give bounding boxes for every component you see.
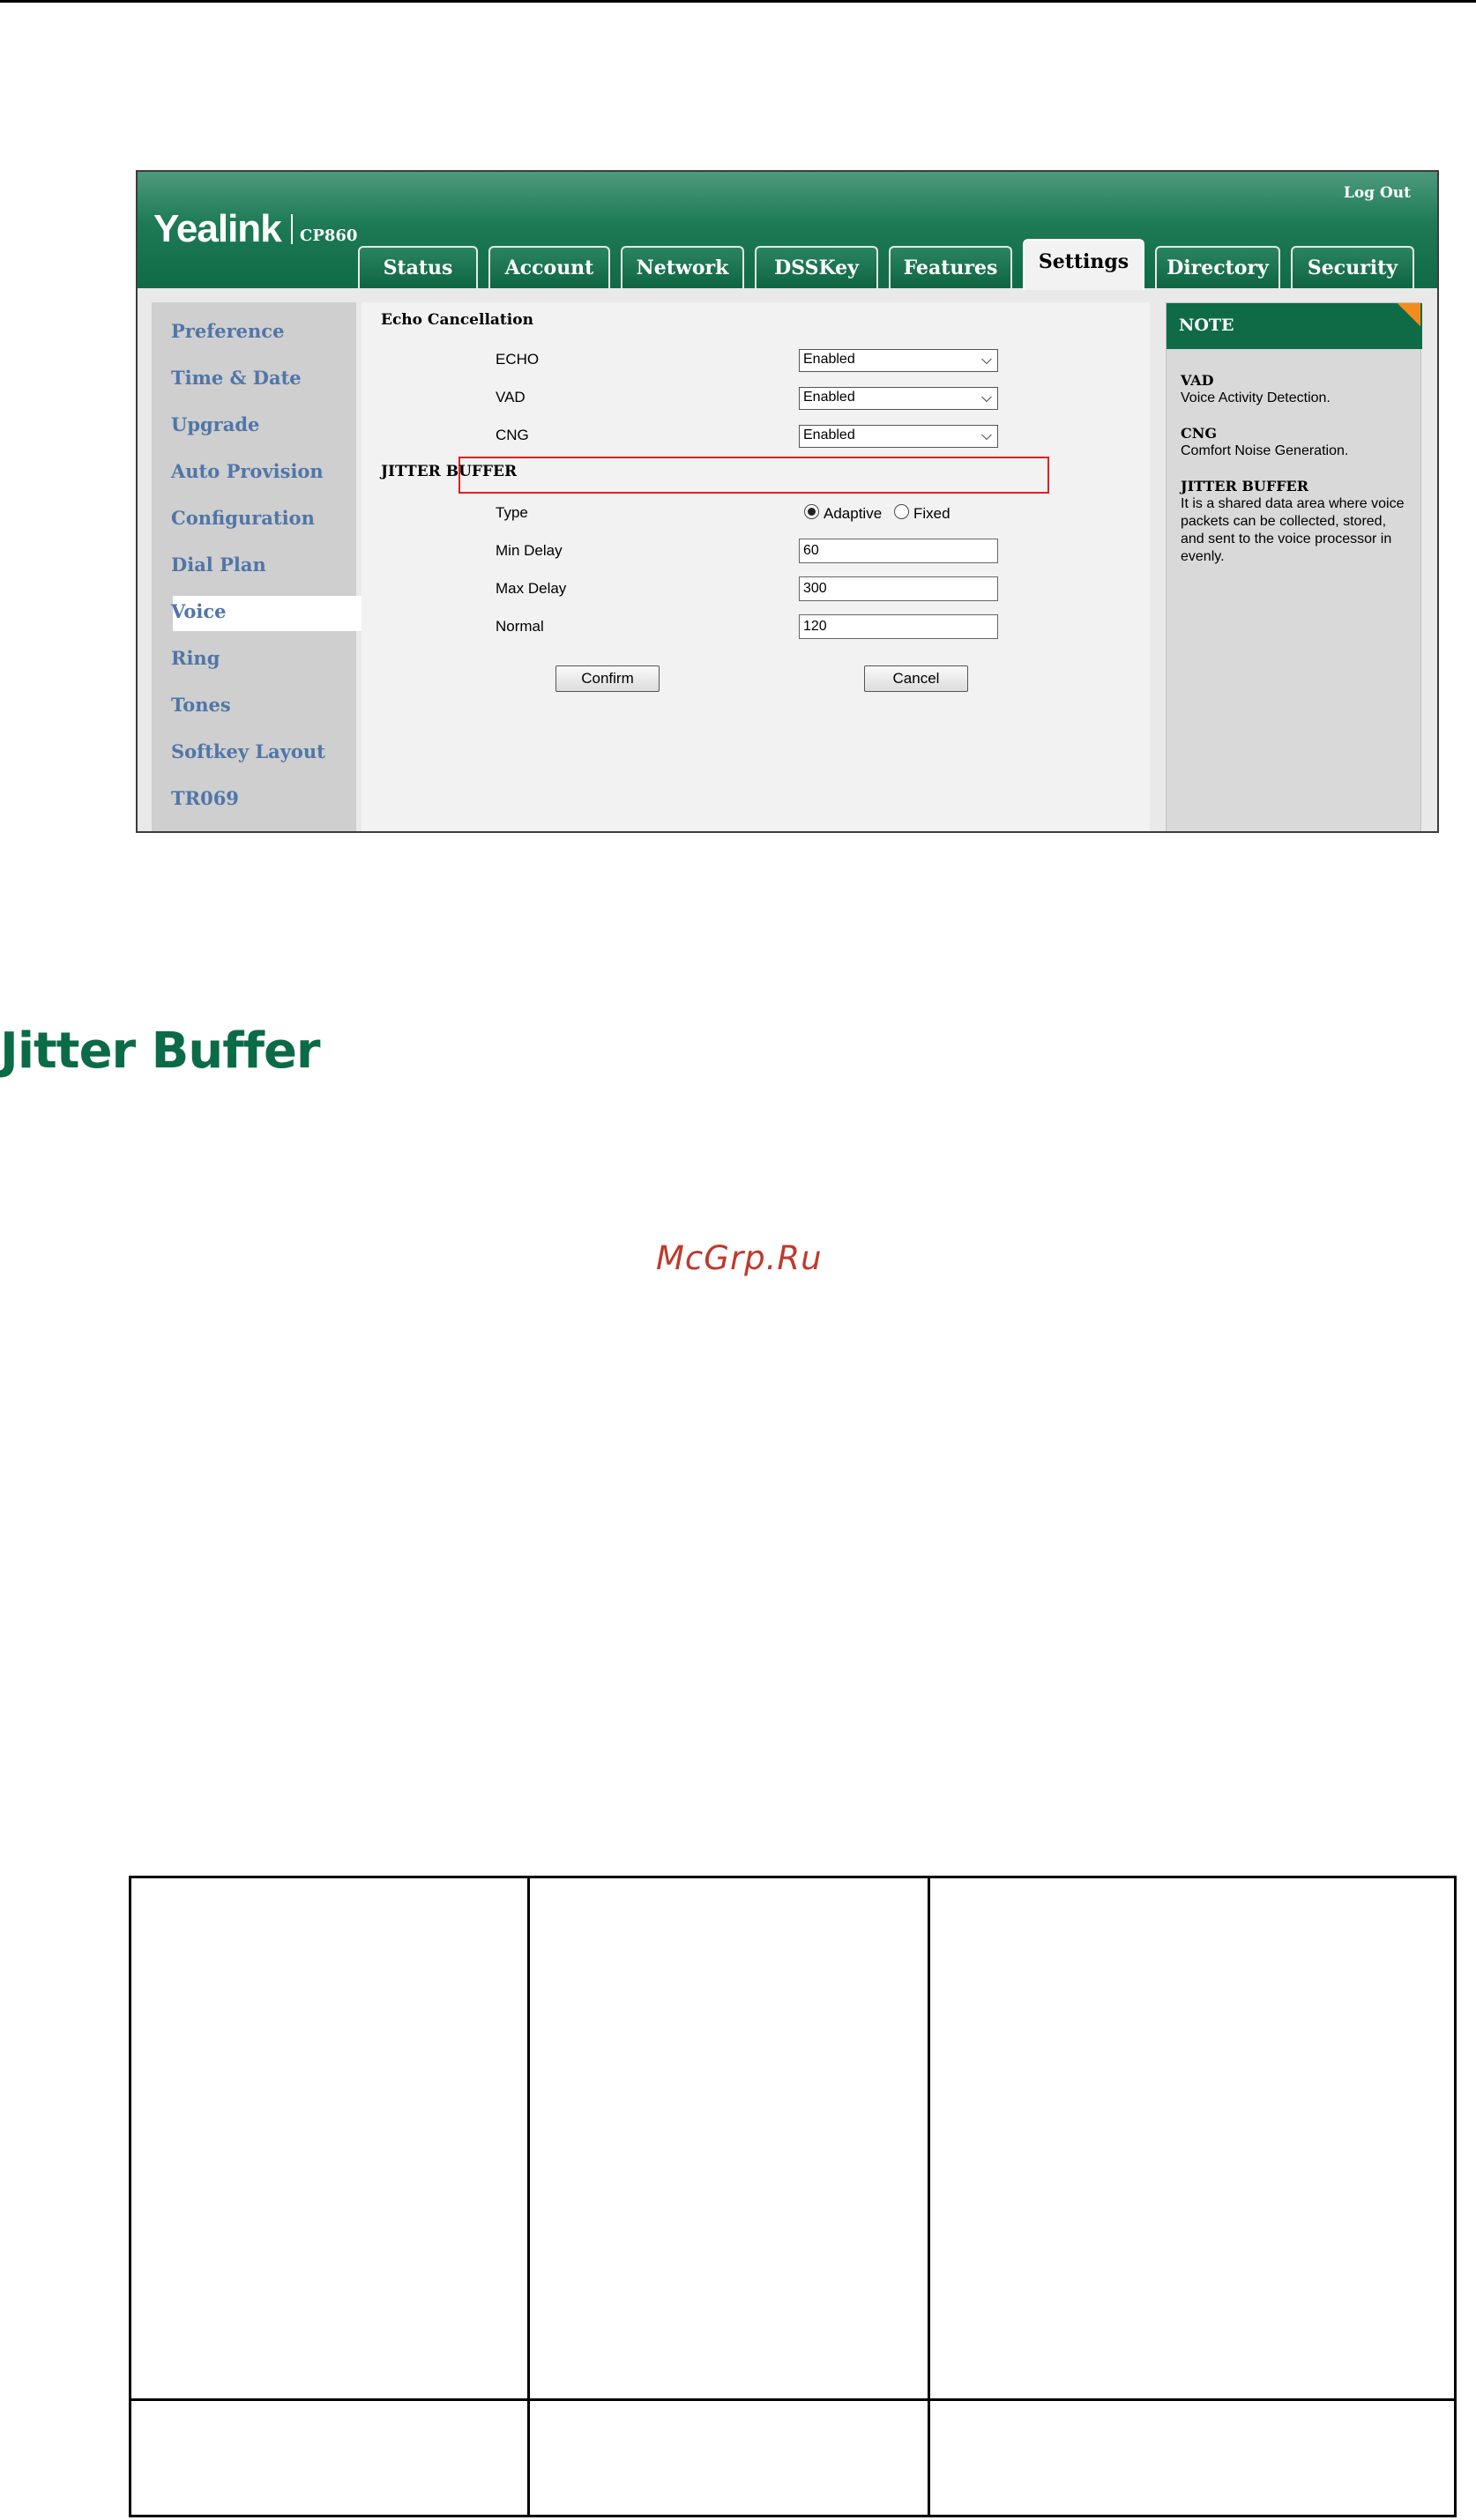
note-vad-text: Voice Activity Detection. bbox=[1181, 390, 1331, 405]
cng-highlight-box bbox=[458, 457, 1049, 494]
header-bar: Yealink CP860 Log Out Status Account Net… bbox=[138, 172, 1437, 290]
model-label: CP860 bbox=[300, 227, 358, 245]
tab-account[interactable]: Account bbox=[488, 246, 610, 288]
jitter-section-title: JITTER BUFFER bbox=[381, 463, 518, 480]
vad-label: VAD bbox=[496, 389, 526, 405]
sidebar-item-softkey-layout[interactable]: Softkey Layout bbox=[171, 740, 325, 762]
tab-network[interactable]: Network bbox=[621, 246, 744, 288]
section-heading: Jitter Buffer bbox=[0, 1022, 321, 1080]
note-jb-title: JITTER BUFFER bbox=[1181, 478, 1309, 494]
tab-dsskey[interactable]: DSSKey bbox=[755, 246, 878, 288]
vad-select[interactable]: Enabled ⌵ bbox=[799, 387, 998, 410]
note-panel: NOTE VAD Voice Activity Detection. CNG C… bbox=[1166, 302, 1422, 831]
adaptive-radio[interactable] bbox=[804, 504, 819, 519]
tab-security[interactable]: Security bbox=[1291, 246, 1414, 288]
max-delay-input[interactable]: 300 bbox=[799, 576, 998, 601]
logout-link[interactable]: Log Out bbox=[1344, 184, 1411, 202]
echo-section-title: Echo Cancellation bbox=[381, 311, 533, 329]
brand-logo: Yealink bbox=[153, 207, 282, 250]
normal-input[interactable]: 120 bbox=[799, 614, 998, 639]
sidebar-item-tr069[interactable]: TR069 bbox=[171, 787, 239, 809]
logo-separator bbox=[291, 214, 293, 244]
note-cng-text: Comfort Noise Generation. bbox=[1181, 443, 1349, 458]
sidebar-item-time-date[interactable]: Time & Date bbox=[171, 367, 302, 389]
sidebar-item-preference[interactable]: Preference bbox=[171, 320, 284, 342]
sidebar-item-dial-plan[interactable]: Dial Plan bbox=[171, 554, 266, 576]
echo-select[interactable]: Enabled ⌵ bbox=[799, 349, 998, 372]
sidebar-item-ring[interactable]: Ring bbox=[171, 647, 220, 669]
tab-status[interactable]: Status bbox=[358, 246, 478, 288]
fixed-label: Fixed bbox=[913, 505, 950, 522]
cng-select-value: Enabled bbox=[803, 427, 855, 442]
cng-label: CNG bbox=[496, 427, 529, 443]
note-cng-title: CNG bbox=[1181, 425, 1218, 442]
table-row-divider bbox=[131, 2398, 1454, 2401]
table-column-divider bbox=[928, 1878, 930, 2515]
watermark: McGrp.Ru bbox=[656, 1239, 823, 1277]
sidebar-item-upgrade[interactable]: Upgrade bbox=[171, 413, 259, 435]
table-column-divider bbox=[527, 1878, 530, 2515]
normal-label: Normal bbox=[496, 618, 544, 635]
type-label: Type bbox=[496, 504, 528, 521]
sidebar-item-configuration[interactable]: Configuration bbox=[171, 507, 315, 529]
vad-select-value: Enabled bbox=[803, 390, 855, 405]
sidebar-item-auto-provision[interactable]: Auto Provision bbox=[171, 460, 324, 482]
echo-select-value: Enabled bbox=[803, 352, 855, 367]
note-vad-title: VAD bbox=[1181, 372, 1214, 389]
min-delay-label: Min Delay bbox=[496, 542, 563, 559]
tab-directory[interactable]: Directory bbox=[1155, 246, 1280, 288]
top-rule bbox=[0, 0, 1476, 3]
web-ui-screenshot: Yealink CP860 Log Out Status Account Net… bbox=[136, 170, 1439, 833]
adaptive-label: Adaptive bbox=[824, 505, 883, 522]
min-delay-input[interactable]: 60 bbox=[799, 539, 998, 563]
note-body: VAD Voice Activity Detection. CNG Comfor… bbox=[1181, 372, 1412, 584]
fixed-radio[interactable] bbox=[894, 504, 909, 519]
chevron-down-icon: ⌵ bbox=[980, 390, 992, 405]
sidebar-item-voice[interactable]: Voice bbox=[171, 600, 227, 622]
parameter-table bbox=[129, 1876, 1457, 2517]
sidebar-item-tones[interactable]: Tones bbox=[171, 694, 231, 716]
echo-label: ECHO bbox=[496, 351, 540, 368]
confirm-button[interactable]: Confirm bbox=[555, 665, 660, 692]
tab-settings[interactable]: Settings bbox=[1023, 239, 1144, 290]
chevron-down-icon: ⌵ bbox=[980, 428, 992, 443]
chevron-down-icon: ⌵ bbox=[980, 353, 992, 368]
tab-features[interactable]: Features bbox=[889, 246, 1012, 288]
settings-panel bbox=[362, 302, 1150, 831]
cancel-button[interactable]: Cancel bbox=[864, 665, 968, 692]
note-jb-text: It is a shared data area where voice pac… bbox=[1181, 496, 1405, 564]
note-title: NOTE bbox=[1167, 303, 1422, 349]
tab-bar: Status Account Network DSSKey Features S… bbox=[358, 239, 1414, 290]
note-corner-flag bbox=[1398, 303, 1420, 326]
max-delay-label: Max Delay bbox=[496, 580, 567, 597]
cng-select[interactable]: Enabled ⌵ bbox=[799, 425, 998, 448]
